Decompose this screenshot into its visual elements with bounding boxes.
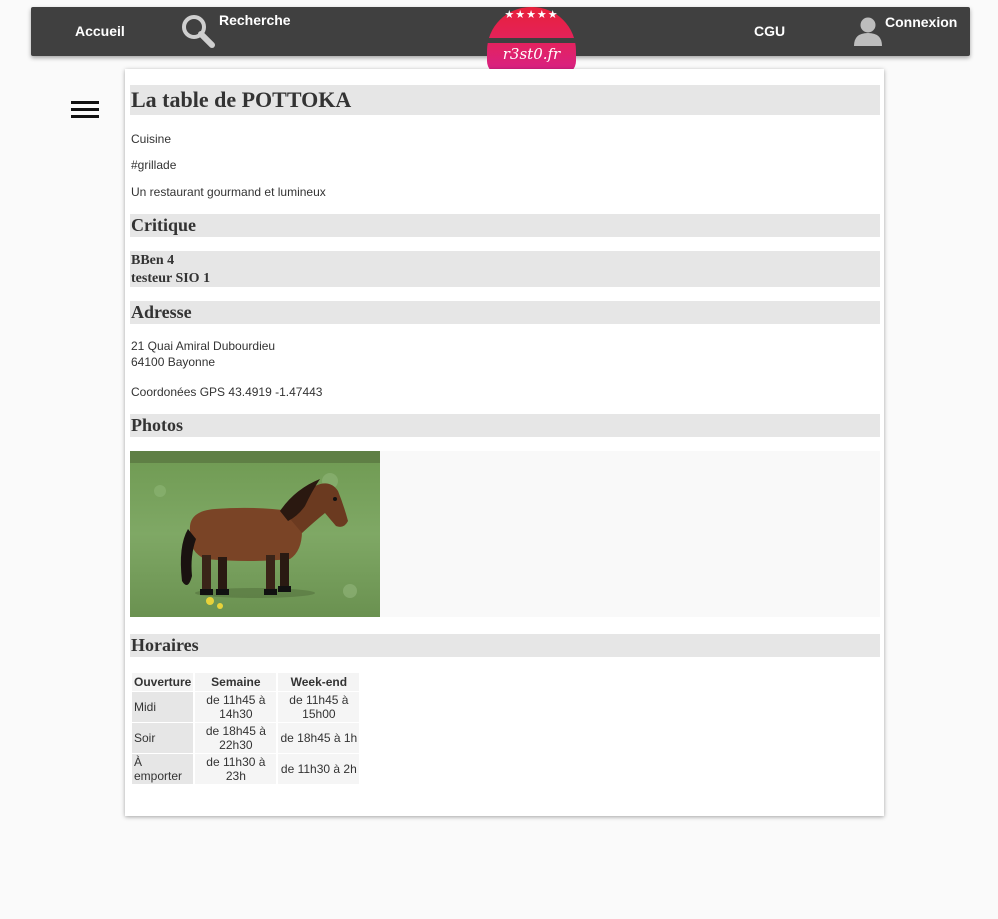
nav-home-label: Accueil — [75, 23, 125, 39]
nav-search-label: Recherche — [219, 12, 291, 28]
search-icon — [181, 14, 215, 68]
critique-entry[interactable]: BBen 4 — [131, 252, 880, 270]
row-label: Soir — [132, 723, 194, 753]
critique-entry[interactable]: testeur SIO 1 — [131, 270, 880, 288]
photos-heading: Photos — [130, 414, 880, 437]
column-header: Week-end — [278, 673, 360, 691]
logo-stars-icon: ★★★★★ — [504, 9, 559, 21]
weekend-hours: de 18h45 à 1h — [278, 723, 360, 753]
logo-text: r3st0.fr — [502, 45, 561, 63]
address-city: 64100 Bayonne — [131, 355, 216, 369]
nav-cgu-link[interactable]: CGU — [754, 7, 785, 56]
table-row: Midi de 11h45 à 14h30 de 11h45 à 15h00 — [132, 692, 360, 722]
top-navigation-bar: Accueil Recherche ★★★★★ r3st0.fr CGU Con… — [31, 7, 970, 75]
table-header-row: Ouverture Semaine Week-end — [132, 673, 360, 691]
critique-list: BBen 4 testeur SIO 1 — [130, 251, 880, 287]
nav-login-label: Connexion — [885, 14, 958, 30]
nav-login-link[interactable]: Connexion — [853, 7, 957, 56]
adresse-heading: Adresse — [130, 301, 880, 324]
gps-coordinates: Coordonées GPS 43.4919 -1.47443 — [131, 385, 323, 399]
opening-hours-table: Ouverture Semaine Week-end Midi de 11h45… — [130, 672, 361, 785]
restaurant-title: La table de POTTOKA — [130, 85, 880, 115]
nav-search-link[interactable]: Recherche — [181, 7, 291, 56]
table-row: Soir de 18h45 à 22h30 de 18h45 à 1h — [132, 723, 360, 753]
critique-heading: Critique — [130, 214, 880, 237]
weekday-hours: de 11h30 à 23h — [195, 754, 277, 784]
restaurant-category: Cuisine — [131, 132, 172, 146]
nav-cgu-label: CGU — [754, 23, 786, 39]
site-logo[interactable]: ★★★★★ r3st0.fr — [487, 7, 576, 75]
horaires-heading: Horaires — [130, 634, 880, 657]
table-row: À emporter de 11h30 à 23h de 11h30 à 2h — [132, 754, 360, 784]
restaurant-tag: #grillade — [131, 158, 177, 172]
restaurant-detail-card: La table de POTTOKA Cuisine #grillade Un… — [125, 69, 884, 816]
user-icon — [853, 16, 883, 66]
weekend-hours: de 11h45 à 15h00 — [278, 692, 360, 722]
column-header: Semaine — [195, 673, 277, 691]
column-header: Ouverture — [132, 673, 194, 691]
restaurant-description: Un restaurant gourmand et lumineux — [131, 185, 326, 199]
weekday-hours: de 18h45 à 22h30 — [195, 723, 277, 753]
menu-hamburger-icon[interactable] — [71, 101, 99, 118]
photo-gallery — [130, 451, 880, 617]
row-label: À emporter — [132, 754, 194, 784]
weekend-hours: de 11h30 à 2h — [278, 754, 360, 784]
address-street: 21 Quai Amiral Dubourdieu — [131, 339, 276, 353]
row-label: Midi — [132, 692, 194, 722]
nav-home-link[interactable]: Accueil — [75, 7, 125, 56]
restaurant-photo[interactable] — [130, 451, 380, 617]
weekday-hours: de 11h45 à 14h30 — [195, 692, 277, 722]
